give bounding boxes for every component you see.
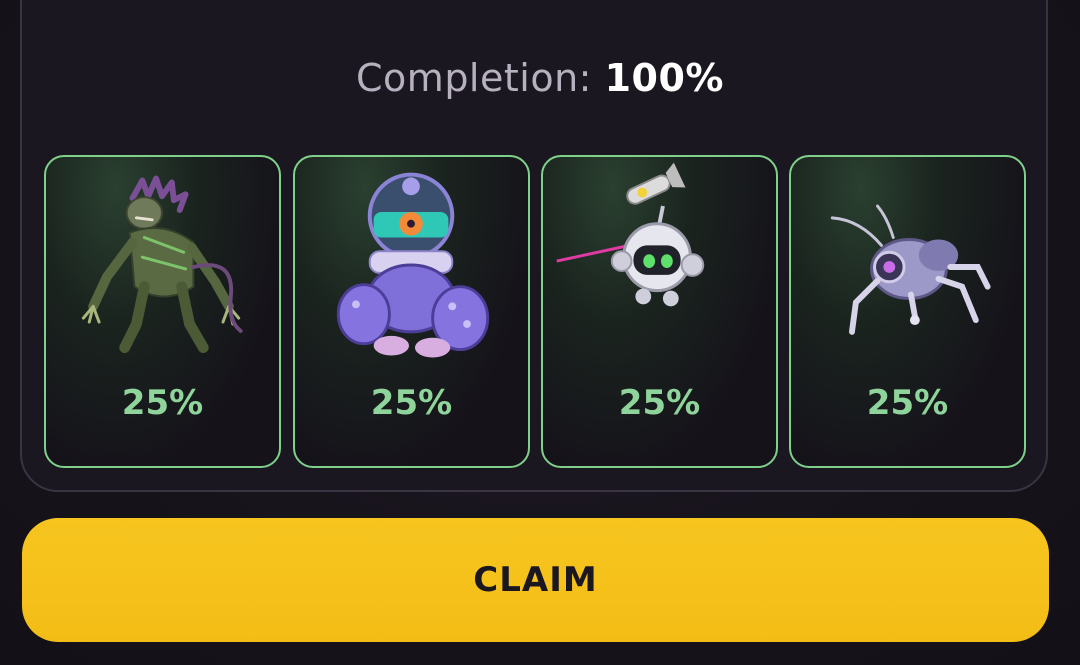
completion-label: Completion: — [356, 56, 592, 100]
spider-bot-icon — [830, 204, 991, 335]
collection-screen: Completion: 100% 25% 25% 25% 25% CLAIM — [0, 0, 1080, 665]
card-share: 25% — [866, 383, 949, 423]
character-cards: 25% 25% 25% 25% — [44, 155, 1026, 468]
character-card-orb-drone[interactable]: 25% — [541, 155, 778, 468]
completion-status: Completion: 100% — [0, 56, 1080, 100]
character-card-zombie-beast[interactable]: 25% — [44, 155, 281, 468]
character-card-spider-bot[interactable]: 25% — [789, 155, 1026, 468]
character-card-purple-diver-robot[interactable]: 25% — [293, 155, 530, 468]
zombie-beast-icon — [81, 175, 243, 354]
card-share: 25% — [121, 383, 204, 423]
card-share: 25% — [618, 383, 701, 423]
orb-drone-icon — [556, 162, 705, 307]
card-share: 25% — [370, 383, 453, 423]
completion-value: 100% — [604, 56, 724, 100]
claim-button[interactable]: CLAIM — [22, 518, 1049, 642]
diver-robot-icon — [336, 172, 490, 358]
